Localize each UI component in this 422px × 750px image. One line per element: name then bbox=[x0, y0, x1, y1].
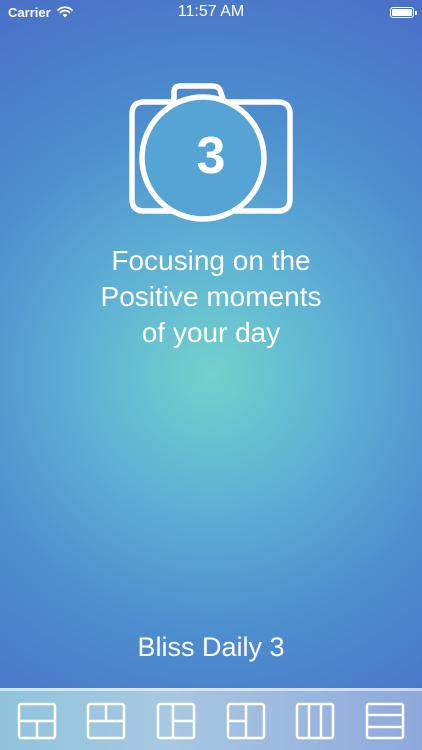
layout-button-3[interactable] bbox=[155, 700, 197, 742]
wifi-icon bbox=[56, 6, 73, 18]
battery-icon bbox=[390, 6, 417, 18]
layout-button-5[interactable] bbox=[294, 700, 336, 742]
layout-button-2[interactable] bbox=[85, 700, 127, 742]
tagline-line-1: Focusing on the bbox=[111, 245, 311, 276]
launch-screen: Carrier 11:57 AM 3 Focusing on the Posit… bbox=[0, 0, 422, 750]
layout-button-4[interactable] bbox=[225, 700, 267, 742]
layout-button-1[interactable] bbox=[16, 700, 58, 742]
tagline-line-3: of your day bbox=[141, 317, 281, 348]
app-name: Bliss Daily 3 bbox=[137, 632, 285, 662]
tagline: Focusing on the Positive moments of your… bbox=[0, 243, 422, 351]
battery-fill bbox=[392, 8, 412, 16]
tagline-line-2: Positive moments bbox=[100, 281, 322, 312]
layout-picker-bar bbox=[0, 688, 422, 750]
layout-three-rows-icon bbox=[365, 702, 405, 739]
status-left: Carrier bbox=[8, 5, 73, 20]
layout-top-big-two-bottom-icon bbox=[17, 702, 57, 739]
logo-number: 3 bbox=[196, 127, 226, 185]
status-bar: Carrier bbox=[0, 0, 422, 24]
layout-two-columns-split-right-icon bbox=[226, 702, 266, 739]
layout-button-6[interactable] bbox=[364, 700, 406, 742]
layout-left-big-two-right-icon bbox=[156, 702, 196, 739]
carrier-label: Carrier bbox=[8, 4, 51, 20]
layout-three-columns-icon bbox=[296, 702, 335, 739]
layout-two-by-two-icon bbox=[87, 702, 126, 739]
